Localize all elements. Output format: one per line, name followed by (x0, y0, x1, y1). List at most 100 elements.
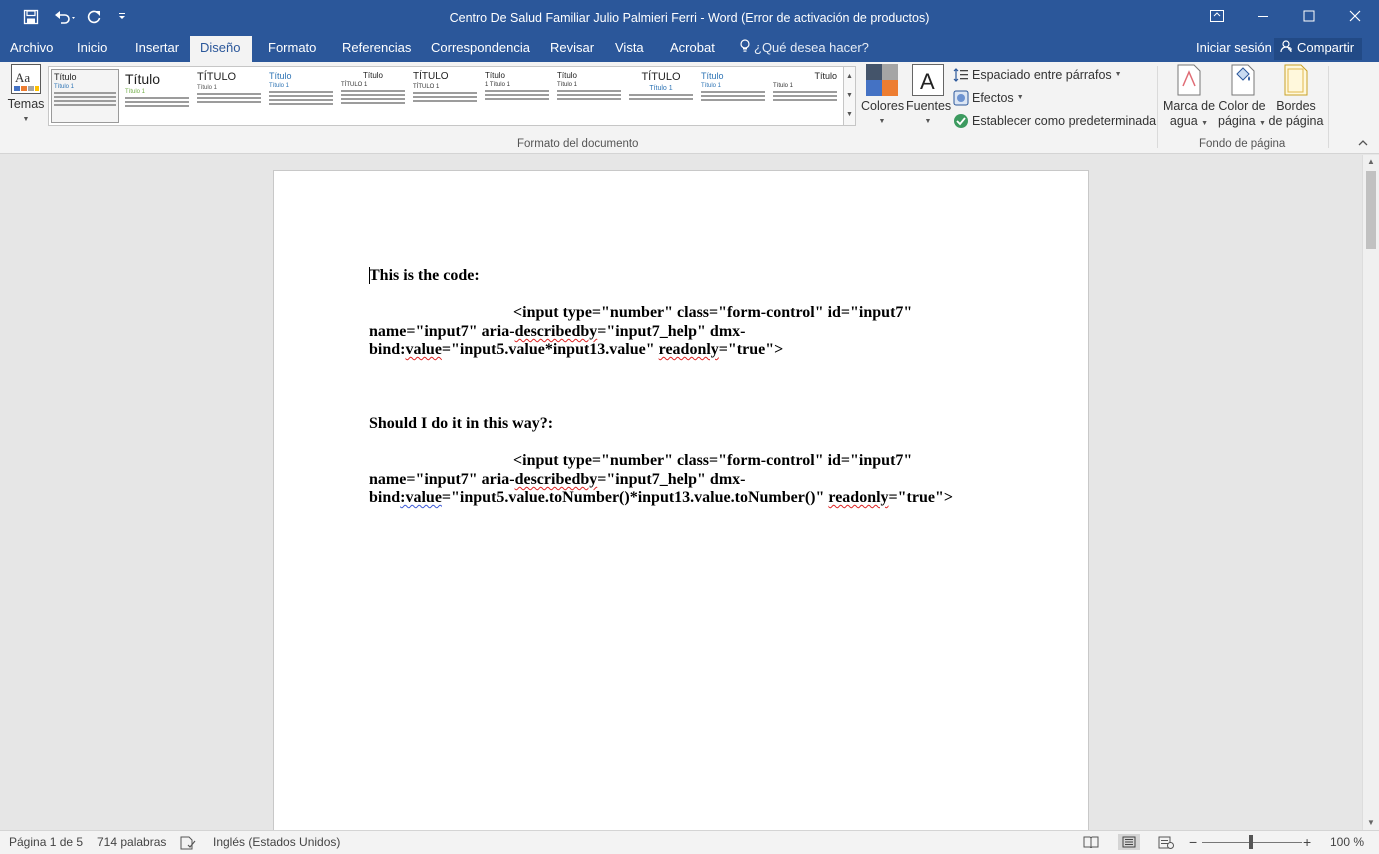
style-set-thumb[interactable]: Título 1 Título 1 (483, 69, 551, 123)
style-subtitle: Título 1 (54, 84, 75, 90)
style-set-thumb[interactable]: Título Título 1 (771, 69, 839, 123)
style-subtitle: 1 Título 1 (485, 82, 510, 88)
style-subtitle: Título 1 (197, 85, 218, 91)
tab-formato[interactable]: Formato (258, 36, 326, 62)
window-title: Centro De Salud Familiar Julio Palmieri … (449, 11, 930, 25)
code-line: bind:value="input5.value.toNumber()*inpu… (369, 489, 953, 508)
style-set-thumb[interactable]: Título Título 1 (123, 69, 191, 123)
proofing-icon[interactable] (180, 831, 196, 853)
style-set-thumb[interactable]: TÍTULO TÍTULO 1 (411, 69, 479, 123)
document-format-group-label: Formato del documento (517, 138, 639, 150)
minimize-icon[interactable] (1240, 0, 1286, 32)
style-subtitle: Título 1 (649, 85, 673, 92)
save-icon[interactable] (20, 6, 42, 28)
tab-inicio[interactable]: Inicio (67, 36, 117, 62)
style-set-thumb[interactable]: Título Título 1 (267, 69, 335, 123)
tab-archivo[interactable]: Archivo (0, 36, 63, 62)
read-mode-icon[interactable] (1080, 834, 1102, 850)
share-button[interactable]: Compartir (1274, 38, 1362, 60)
paragraph-spacing-button[interactable]: Espaciado entre párrafos ▼ (953, 65, 1122, 85)
undo-icon[interactable] (50, 6, 80, 28)
style-set-thumb[interactable]: TÍTULO Título 1 (195, 69, 263, 123)
style-set-thumb[interactable]: Título Título 1 (51, 69, 119, 123)
page-borders-button[interactable]: Bordes de página (1268, 64, 1324, 129)
maximize-icon[interactable] (1286, 0, 1332, 32)
style-preview-lines (701, 91, 765, 101)
sign-in-link[interactable]: Iniciar sesión (1196, 36, 1272, 60)
code-line: <input type="number" class="form-control… (513, 452, 913, 469)
effects-button[interactable]: Efectos ▼ (953, 88, 1024, 108)
web-layout-icon[interactable] (1155, 834, 1177, 850)
tab-vista[interactable]: Vista (605, 36, 654, 62)
effects-label: Efectos (972, 91, 1014, 105)
page-background-group-label: Fondo de página (1199, 138, 1286, 150)
style-title: Título (557, 71, 578, 80)
tab-correspondencia[interactable]: Correspondencia (421, 36, 540, 62)
spelling-error: readonly (658, 341, 719, 358)
scroll-thumb[interactable] (1366, 171, 1376, 249)
person-icon (1280, 39, 1293, 59)
collapse-ribbon-icon[interactable] (1356, 138, 1370, 150)
language-indicator[interactable]: Inglés (Estados Unidos) (213, 831, 340, 853)
style-title: Título (125, 71, 161, 87)
zoom-slider-thumb[interactable] (1249, 835, 1253, 849)
tab-referencias[interactable]: Referencias (332, 36, 421, 62)
group-separator (1157, 66, 1158, 148)
fonts-button[interactable]: A Fuentes ▼ (906, 64, 951, 129)
code-text: ="input5.value.toNumber()*input13.value.… (441, 489, 829, 506)
gallery-down-icon[interactable]: ▼ (844, 86, 855, 105)
page-borders-icon (1284, 64, 1308, 96)
watermark-label-1: Marca de (1162, 99, 1216, 113)
style-set-thumb[interactable]: TÍTULO Título 1 (627, 69, 695, 123)
word-count[interactable]: 714 palabras (97, 831, 166, 853)
chevron-down-icon: ▼ (22, 116, 30, 123)
spelling-error: value (405, 341, 442, 358)
gallery-up-icon[interactable]: ▲ (844, 67, 855, 86)
scroll-up-icon[interactable]: ▲ (1363, 155, 1379, 169)
watermark-label-2: agua (1169, 114, 1198, 128)
gallery-more-icon[interactable]: ▼ (844, 105, 855, 124)
chevron-down-icon: ▼ (878, 118, 886, 125)
code-text: ="true"> (888, 489, 953, 506)
set-as-default-label: Establecer como predeterminada (972, 114, 1157, 128)
tell-me-search[interactable]: ¿Qué desea hacer? (740, 36, 869, 62)
redo-icon[interactable] (84, 6, 104, 28)
page-color-button[interactable]: Color de página ▼ (1216, 64, 1268, 131)
style-set-thumb[interactable]: Título Título 1 (699, 69, 767, 123)
ribbon-display-options-icon[interactable] (1194, 0, 1240, 32)
tab-acrobat[interactable]: Acrobat (660, 36, 725, 62)
zoom-out-icon[interactable]: − (1189, 831, 1197, 853)
themes-button[interactable]: Aa Temas ▼ (6, 64, 46, 127)
spelling-error: describedby (514, 471, 598, 488)
zoom-in-icon[interactable]: + (1303, 831, 1311, 853)
code-text: bind (369, 489, 401, 506)
customize-qat-icon[interactable] (114, 6, 130, 28)
tab-revisar[interactable]: Revisar (540, 36, 604, 62)
chevron-down-icon: ▼ (1114, 71, 1122, 78)
style-subtitle: Título 1 (125, 89, 146, 95)
svg-text:A: A (920, 69, 935, 94)
code-line: bind:value="input5.value*input13.value" … (369, 341, 783, 360)
print-layout-icon[interactable] (1118, 834, 1140, 850)
style-subtitle: TÍTULO 1 (341, 82, 368, 88)
code-text: name="input7" aria- (369, 323, 515, 340)
tab-diseno[interactable]: Diseño (190, 36, 252, 62)
group-separator (1328, 66, 1329, 148)
colors-button[interactable]: Colores ▼ (861, 64, 904, 129)
zoom-level[interactable]: 100 % (1330, 831, 1364, 853)
colors-icon (866, 64, 898, 96)
paragraph-heading-1: This is the code: (369, 267, 480, 284)
page-count[interactable]: Página 1 de 5 (9, 831, 83, 853)
style-title: Título (269, 71, 292, 81)
style-set-thumb[interactable]: Título TÍTULO 1 (339, 69, 407, 123)
watermark-button[interactable]: Marca de agua ▼ (1162, 64, 1216, 131)
document-page[interactable]: This is the code: <input type="number" c… (273, 170, 1089, 830)
style-set-thumb[interactable]: Título Título 1 (555, 69, 623, 123)
code-line: name="input7" aria-describedby="input7_h… (369, 471, 745, 490)
page-borders-label-1: Bordes (1276, 99, 1316, 113)
vertical-scrollbar[interactable]: ▲ ▼ (1362, 155, 1379, 830)
tab-insertar[interactable]: Insertar (125, 36, 189, 62)
set-as-default-button[interactable]: Establecer como predeterminada (953, 111, 1156, 131)
scroll-down-icon[interactable]: ▼ (1363, 816, 1379, 830)
close-icon[interactable] (1332, 0, 1378, 32)
